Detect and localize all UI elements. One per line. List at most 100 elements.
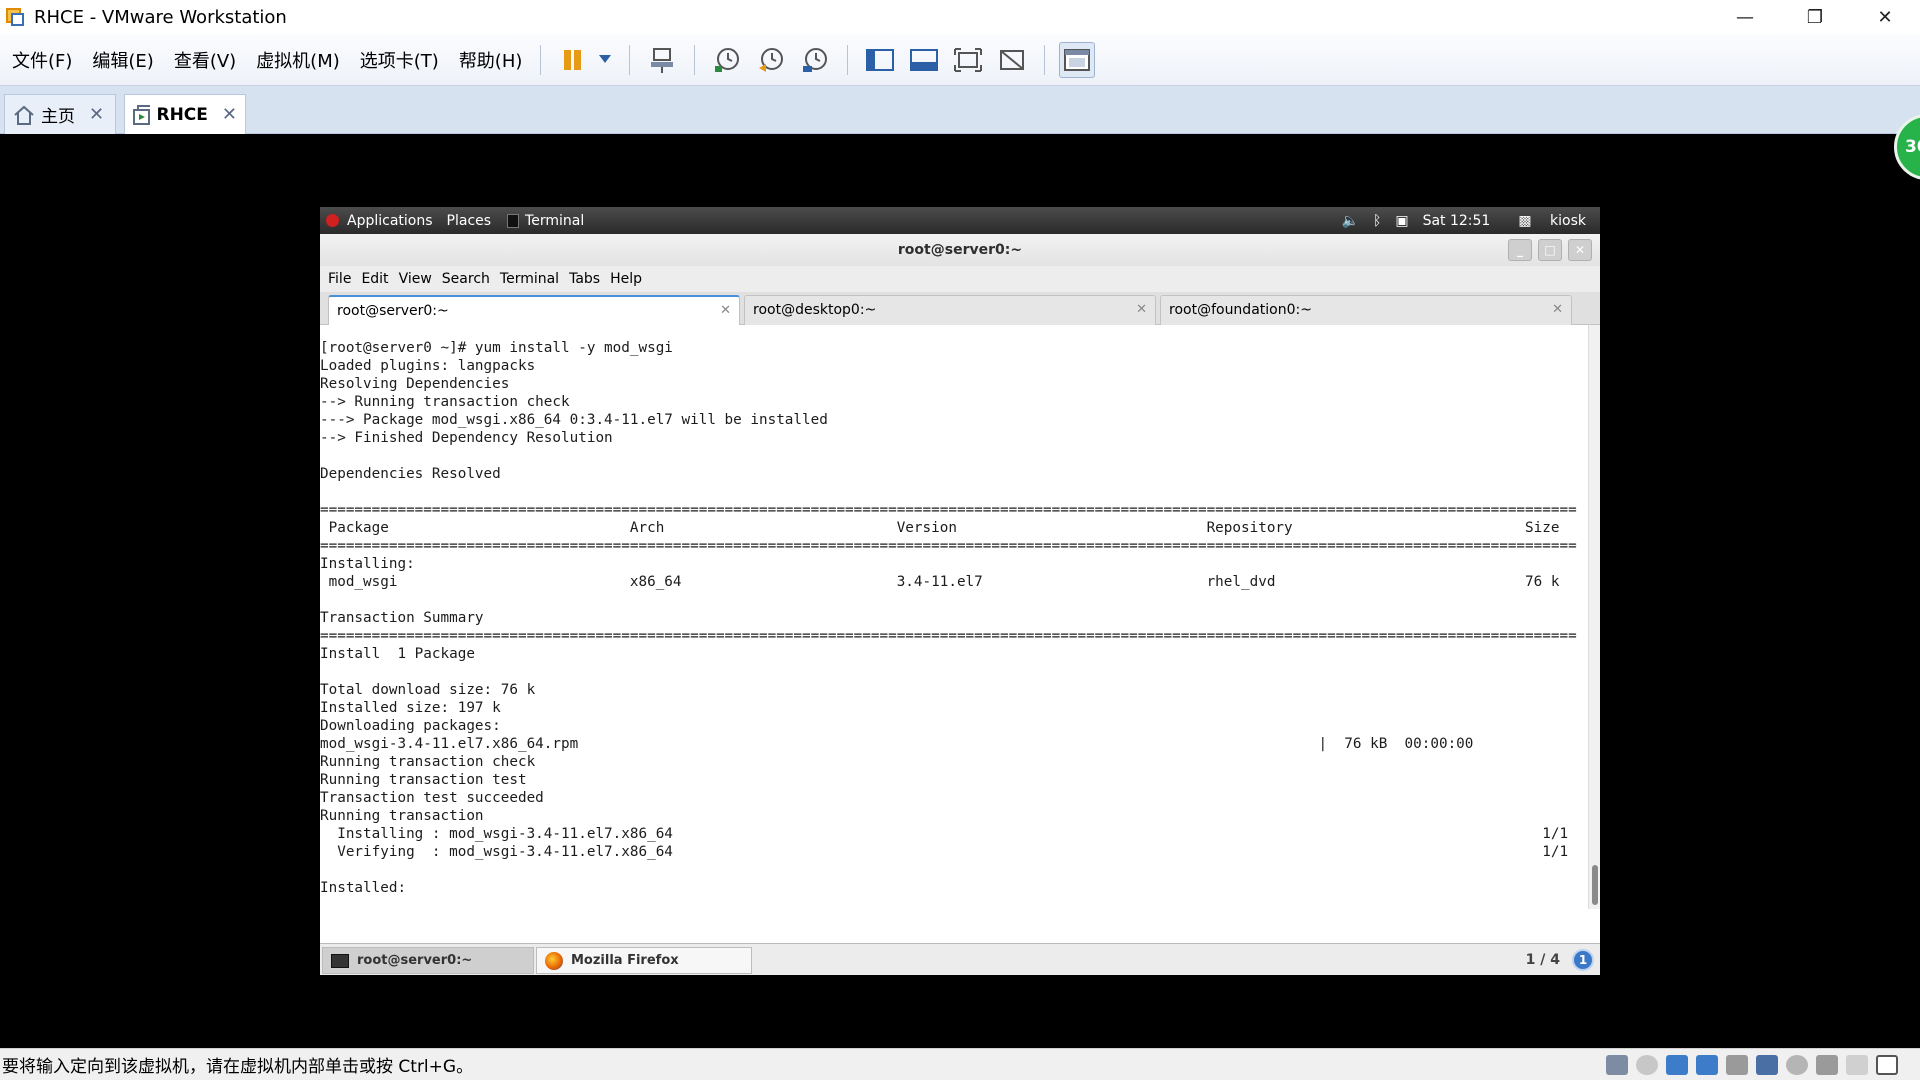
terminal-maximize-button[interactable]: □ [1538,239,1562,261]
revert-snapshot-button[interactable] [753,42,789,78]
terminal-tab-bar: root@server0:~ ✕ root@desktop0:~ ✕ root@fo… [320,292,1600,325]
terminal-line: Transaction Summary [320,610,484,626]
scrollbar-thumb[interactable] [1592,865,1598,905]
network-adapter-icon[interactable] [1666,1055,1688,1075]
gnome-top-panel: Applications Places Terminal 🔈 ᛒ ▣ Sat 1… [320,207,1600,234]
panel-applications[interactable]: Applications [347,213,433,229]
printer-icon[interactable] [1726,1055,1748,1075]
terminal-line: ========================================… [320,502,1577,518]
terminal-tab-desktop0[interactable]: root@desktop0:~ ✕ [744,295,1156,325]
snapshot-manager-icon [803,47,828,72]
pause-button[interactable] [555,42,591,78]
show-library-button[interactable] [862,42,898,78]
console-view-button[interactable] [1059,41,1096,78]
power-dropdown-button[interactable] [595,42,615,78]
terminal-menu-view[interactable]: View [399,271,432,287]
network-icon[interactable]: ▣ [1395,213,1408,229]
fullscreen-button[interactable] [950,42,986,78]
terminal-line: Install 1 Package [320,646,475,662]
terminal-line: mod_wsgi x86_64 3.4-11.el7 rhel_dvd 76 k [320,574,1560,590]
terminal-line: Downloading packages: [320,718,501,734]
panel-clock[interactable]: Sat 12:51 [1423,213,1491,229]
taskbar-item-label: root@server0:~ [357,953,473,968]
terminal-line: ---> Package mod_wsgi.x86_64 0:3.4-11.el… [320,412,828,428]
terminal-icon [507,213,520,228]
window-titlebar: RHCE - VMware Workstation — ❐ ✕ [0,0,1920,34]
message-log-icon[interactable] [1846,1055,1868,1075]
terminal-line: [root@server0 ~]# yum install -y mod_wsg… [320,340,673,356]
menu-help[interactable]: 帮助(H) [451,47,531,73]
terminal-line: Resolving Dependencies [320,376,510,392]
close-icon[interactable]: ✕ [1552,296,1563,324]
terminal-line: mod_wsgi-3.4-11.el7.x86_64.rpm | 76 kB 0… [320,736,1474,752]
menu-tabs[interactable]: 选项卡(T) [352,47,447,73]
terminal-line: Installed size: 197 k [320,700,501,716]
terminal-menu-tabs[interactable]: Tabs [569,271,600,287]
terminal-scrollbar[interactable] [1588,325,1600,909]
close-icon[interactable]: ✕ [1136,296,1147,324]
tab-home-close-icon[interactable]: ✕ [89,104,104,125]
show-thumbnail-bar-button[interactable] [906,42,942,78]
terminal-menu-search[interactable]: Search [442,271,490,287]
terminal-minimize-button[interactable]: _ [1508,239,1532,261]
terminal-line: --> Finished Dependency Resolution [320,430,613,446]
fullscreen-icon [954,47,983,72]
terminal-menu-help[interactable]: Help [610,271,642,287]
snapshot-manager-button[interactable] [797,42,833,78]
volume-icon[interactable]: 🔈 [1342,213,1359,229]
workspace-pager[interactable]: 1 / 4 [1526,944,1560,975]
minimize-button[interactable]: — [1710,0,1780,34]
sound-card-icon[interactable] [1756,1055,1778,1075]
taskbar-item-terminal[interactable]: root@server0:~ [322,947,534,974]
send-ctrl-alt-del-button[interactable] [644,42,680,78]
panel-places[interactable]: Places [447,213,492,229]
terminal-line: Installed: [320,880,407,896]
panel-terminal[interactable]: Terminal [507,213,584,229]
tab-rhce-close-icon[interactable]: ✕ [222,104,237,125]
menu-file[interactable]: 文件(F) [4,47,80,73]
menu-view[interactable]: 查看(V) [166,47,244,73]
revert-clock-icon [759,47,784,72]
snapshot-button[interactable] [709,42,745,78]
network-adapter-2-icon[interactable] [1696,1055,1718,1075]
terminal-output[interactable]: [root@server0 ~]# yum install -y mod_wsg… [320,325,1588,909]
terminal-tab-foundation0[interactable]: root@foundation0:~ ✕ [1160,295,1572,325]
tab-rhce[interactable]: RHCE ✕ [124,94,246,134]
unity-button[interactable] [994,42,1030,78]
vm-console[interactable]: Applications Places Terminal 🔈 ᛒ ▣ Sat 1… [320,207,1600,975]
terminal-menu-file[interactable]: File [328,271,351,287]
user-menu[interactable]: ▩ kiosk [1504,213,1586,229]
device-icons [1598,1055,1898,1075]
tab-home[interactable]: 主页 ✕ [4,94,116,134]
menu-vm[interactable]: 虚拟机(M) [248,47,348,73]
taskbar-item-firefox[interactable]: Mozilla Firefox [536,947,752,974]
terminal-menu-edit[interactable]: Edit [361,271,388,287]
terminal-menu-terminal[interactable]: Terminal [500,271,559,287]
terminal-line: Loaded plugins: langpacks [320,358,536,374]
close-button[interactable]: ✕ [1850,0,1920,34]
terminal-line: ========================================… [320,628,1577,644]
terminal-tab-server0[interactable]: root@server0:~ ✕ [328,295,740,325]
taskbar-item-label: Mozilla Firefox [571,953,679,968]
pause-icon [564,49,582,70]
fit-guest-icon[interactable] [1876,1055,1898,1075]
menu-edit[interactable]: 编辑(E) [84,47,161,73]
terminal-line: ========================================… [320,538,1577,554]
panel-terminal-label: Terminal [525,212,585,229]
terminal-close-button[interactable]: ✕ [1568,239,1592,261]
bluetooth-icon[interactable]: ᛒ [1373,213,1381,229]
home-icon [14,105,34,125]
cd-rom-icon[interactable] [1636,1055,1658,1075]
close-icon[interactable]: ✕ [720,297,731,325]
notification-icon[interactable]: 1 [1572,949,1594,971]
console-view-icon [1064,48,1091,71]
display-icon[interactable] [1816,1055,1838,1075]
hard-disk-icon[interactable] [1606,1055,1628,1075]
terminal-menubar: File Edit View Search Terminal Tabs Help [320,266,1600,292]
restore-button[interactable]: ❐ [1780,0,1850,34]
usb-device-icon[interactable] [1786,1055,1808,1075]
